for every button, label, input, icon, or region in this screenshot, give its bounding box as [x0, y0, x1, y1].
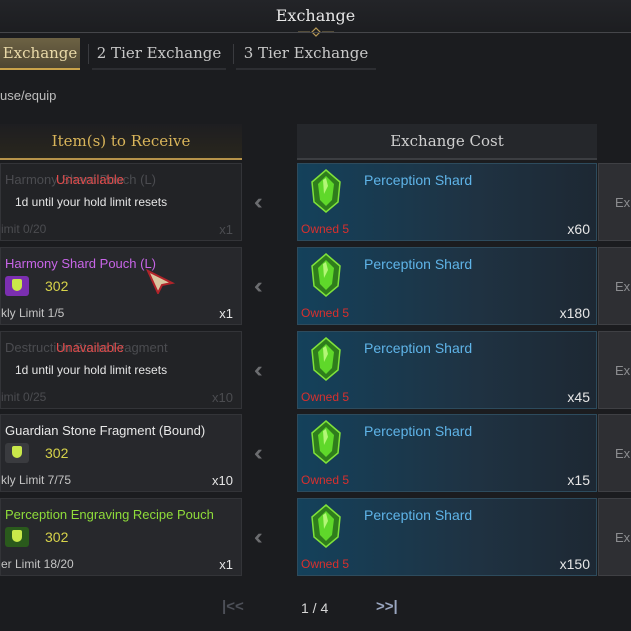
- exchange-button[interactable]: Ex: [598, 498, 631, 576]
- item-level: 302: [45, 278, 69, 294]
- exchange-row[interactable]: Harmony Shard Pouch (L) 302 kly Limit 1/…: [0, 247, 631, 327]
- perception-shard-icon: [311, 420, 341, 464]
- cost-item-box[interactable]: Perception Shard Owned 5 x45: [297, 331, 597, 409]
- item-quantity: x1: [219, 557, 233, 572]
- item-level-badge-icon: [5, 276, 29, 296]
- item-limit: imit 0/20: [1, 222, 47, 236]
- cost-quantity: x150: [559, 556, 590, 572]
- item-limit: kly Limit 7/75: [1, 473, 72, 487]
- exchange-row[interactable]: Harmony Shard Pouch (L) Unavailable 1d u…: [0, 163, 631, 243]
- tab-exchange[interactable]: Exchange: [0, 38, 80, 70]
- window-title: Exchange: [275, 6, 356, 25]
- item-limit: kly Limit 1/5: [1, 306, 65, 320]
- hold-limit-note: 1d until your hold limit resets: [15, 195, 168, 209]
- perception-shard-icon: [311, 504, 341, 548]
- item-level: 302: [45, 529, 69, 545]
- page-indicator: 1 / 4: [301, 600, 329, 616]
- receive-header: Item(s) to Receive: [0, 124, 242, 160]
- exchange-arrows-icon: ‹‹: [254, 524, 262, 549]
- exchange-row[interactable]: Guardian Stone Fragment (Bound) 302 kly …: [0, 414, 631, 494]
- cost-item-name: Perception Shard: [364, 507, 473, 523]
- cost-quantity: x45: [567, 389, 590, 405]
- owned-count: Owned 5: [301, 222, 350, 236]
- exchange-button[interactable]: Ex: [598, 414, 631, 492]
- first-page-button[interactable]: |<<: [222, 598, 244, 615]
- cost-item-box[interactable]: Perception Shard Owned 5 x15: [297, 414, 597, 492]
- item-name: Harmony Shard Pouch (L): [5, 256, 157, 271]
- tab-2-tier-exchange[interactable]: 2 Tier Exchange: [92, 38, 226, 70]
- unavailable-label: Unavailable: [56, 340, 124, 355]
- exchange-row[interactable]: Perception Engraving Recipe Pouch 302 er…: [0, 498, 631, 578]
- receive-item-box[interactable]: Guardian Stone Fragment (Bound) 302 kly …: [0, 414, 242, 492]
- title-divider: [0, 32, 631, 33]
- receive-item-box[interactable]: Harmony Shard Pouch (L) Unavailable 1d u…: [0, 163, 242, 241]
- owned-count: Owned 5: [301, 557, 350, 571]
- item-quantity: x1: [219, 222, 233, 237]
- item-limit: imit 0/25: [1, 390, 47, 404]
- tab-3-tier-exchange[interactable]: 3 Tier Exchange: [236, 38, 376, 70]
- perception-shard-icon: [311, 337, 341, 381]
- cost-item-name: Perception Shard: [364, 340, 473, 356]
- mouse-cursor-icon: [146, 268, 176, 294]
- cost-quantity: x15: [567, 472, 590, 488]
- unavailable-label: Unavailable: [56, 172, 124, 187]
- exchange-arrows-icon: ‹‹: [254, 189, 262, 214]
- cost-item-box[interactable]: Perception Shard Owned 5 x180: [297, 247, 597, 325]
- perception-shard-icon: [311, 253, 341, 297]
- receive-item-box[interactable]: Destruction Stone Fragment Unavailable 1…: [0, 331, 242, 409]
- receive-item-box[interactable]: Harmony Shard Pouch (L) 302 kly Limit 1/…: [0, 247, 242, 325]
- item-level-badge-icon: [5, 527, 29, 547]
- item-quantity: x10: [212, 390, 233, 405]
- cost-item-name: Perception Shard: [364, 172, 473, 188]
- item-level-badge-icon: [5, 443, 29, 463]
- owned-count: Owned 5: [301, 390, 350, 404]
- exchange-arrows-icon: ‹‹: [254, 273, 262, 298]
- title-bar: Exchange: [0, 0, 631, 37]
- receive-item-box[interactable]: Perception Engraving Recipe Pouch 302 er…: [0, 498, 242, 576]
- exchange-button[interactable]: Ex: [598, 247, 631, 325]
- item-name: Guardian Stone Fragment (Bound): [5, 423, 206, 438]
- cost-quantity: x60: [567, 221, 590, 237]
- exchange-button[interactable]: Ex: [598, 331, 631, 409]
- item-name: Perception Engraving Recipe Pouch: [5, 507, 214, 522]
- cost-item-name: Perception Shard: [364, 256, 473, 272]
- exchange-arrows-icon: ‹‹: [254, 440, 262, 465]
- filter-label: use/equip: [0, 88, 57, 103]
- item-quantity: x10: [212, 473, 233, 488]
- cost-item-box[interactable]: Perception Shard Owned 5 x150: [297, 498, 597, 576]
- tab-separator: [233, 44, 234, 64]
- exchange-row[interactable]: Destruction Stone Fragment Unavailable 1…: [0, 331, 631, 411]
- exchange-arrows-icon: ‹‹: [254, 357, 262, 382]
- cost-header: Exchange Cost: [297, 124, 597, 160]
- exchange-button[interactable]: Ex: [598, 163, 631, 241]
- owned-count: Owned 5: [301, 306, 350, 320]
- item-quantity: x1: [219, 306, 233, 321]
- owned-count: Owned 5: [301, 473, 350, 487]
- cost-item-name: Perception Shard: [364, 423, 473, 439]
- item-limit: er Limit 18/20: [1, 557, 74, 571]
- tab-separator: [88, 44, 89, 64]
- item-level: 302: [45, 445, 69, 461]
- hold-limit-note: 1d until your hold limit resets: [15, 363, 168, 377]
- last-page-button[interactable]: >>|: [376, 598, 398, 615]
- perception-shard-icon: [311, 169, 341, 213]
- cost-item-box[interactable]: Perception Shard Owned 5 x60: [297, 163, 597, 241]
- cost-quantity: x180: [559, 305, 590, 321]
